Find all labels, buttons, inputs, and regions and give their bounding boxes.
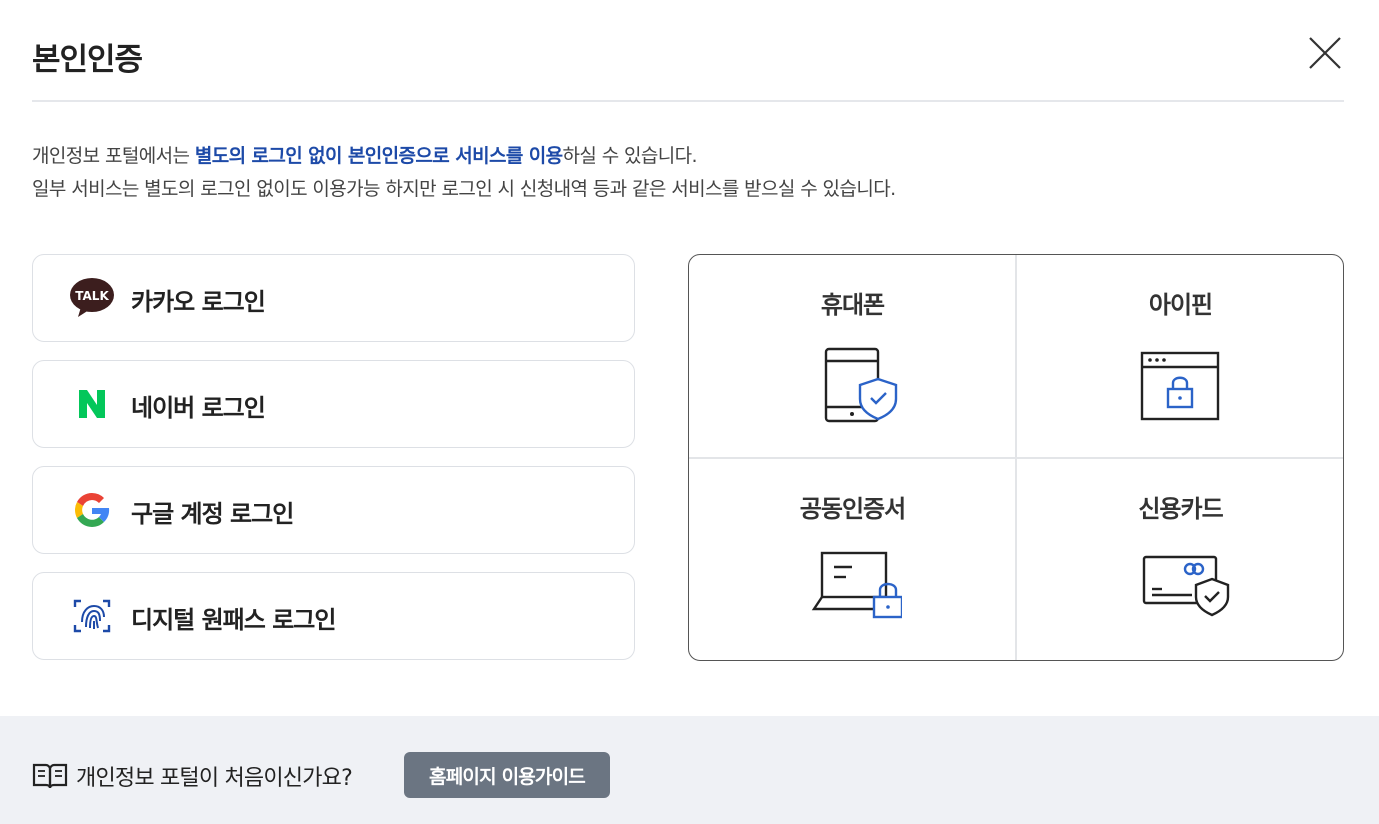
modal-header: 본인인증 — [32, 28, 1344, 102]
certification-grid: 휴대폰 아이핀 공동인증서 신용카드 — [688, 254, 1344, 661]
book-icon — [32, 763, 68, 789]
naver-icon — [79, 390, 105, 418]
mobile-phone-shield-icon — [824, 347, 898, 423]
svg-text:TALK: TALK — [75, 289, 109, 303]
footer-guide-bar: 개인정보 포털이 처음이신가요? 홈페이지 이용가이드 — [0, 716, 1379, 824]
joint-certificate-auth-option[interactable]: 공동인증서 — [689, 459, 1016, 660]
ipin-auth-label: 아이핀 — [1148, 291, 1213, 319]
credit-card-auth-option[interactable]: 신용카드 — [1017, 459, 1343, 660]
kakao-login-button[interactable]: TALK 카카오 로그인 — [32, 254, 635, 342]
identity-verification-modal: 본인인증 개인정보 포털에서는 별도의 로그인 없이 본인인증으로 서비스를 이… — [0, 0, 1379, 824]
digital-onepass-login-button[interactable]: 디지털 원패스 로그인 — [32, 572, 635, 660]
naver-login-label: 네이버 로그인 — [131, 394, 266, 422]
joint-certificate-auth-label: 공동인증서 — [799, 495, 906, 523]
homepage-guide-button[interactable]: 홈페이지 이용가이드 — [404, 752, 610, 798]
laptop-lock-icon — [811, 551, 902, 619]
google-login-label: 구글 계정 로그인 — [131, 500, 294, 528]
naver-login-button[interactable]: 네이버 로그인 — [32, 360, 635, 448]
first-visit-question: 개인정보 포털이 처음이신가요? — [76, 766, 353, 791]
social-login-list: TALK 카카오 로그인 네이버 로그인 구글 계정 로그인 디지털 원패스 로… — [32, 254, 635, 678]
close-icon — [1309, 37, 1341, 69]
kakao-talk-icon: TALK — [70, 278, 114, 317]
description-highlight: 별도의 로그인 없이 본인인증으로 서비스를 이용 — [194, 145, 563, 167]
modal-title: 본인인증 — [32, 42, 143, 78]
ipin-auth-option[interactable]: 아이핀 — [1017, 255, 1343, 457]
digital-onepass-login-label: 디지털 원패스 로그인 — [131, 606, 336, 634]
browser-lock-icon — [1140, 351, 1220, 421]
fingerprint-icon — [73, 599, 111, 633]
description-line-1: 개인정보 포털에서는 별도의 로그인 없이 본인인증으로 서비스를 이용하실 수… — [32, 145, 698, 167]
description-line-2: 일부 서비스는 별도의 로그인 없이도 이용가능 하지만 로그인 시 신청내역 … — [32, 178, 896, 200]
mobile-phone-auth-option[interactable]: 휴대폰 — [689, 255, 1016, 457]
close-button[interactable] — [1306, 34, 1344, 72]
mobile-phone-auth-label: 휴대폰 — [820, 291, 885, 319]
credit-card-shield-icon — [1142, 555, 1230, 617]
google-login-button[interactable]: 구글 계정 로그인 — [32, 466, 635, 554]
description: 개인정보 포털에서는 별도의 로그인 없이 본인인증으로 서비스를 이용하실 수… — [32, 140, 896, 206]
kakao-login-label: 카카오 로그인 — [131, 288, 266, 316]
credit-card-auth-label: 신용카드 — [1138, 495, 1223, 523]
google-icon — [75, 493, 110, 527]
